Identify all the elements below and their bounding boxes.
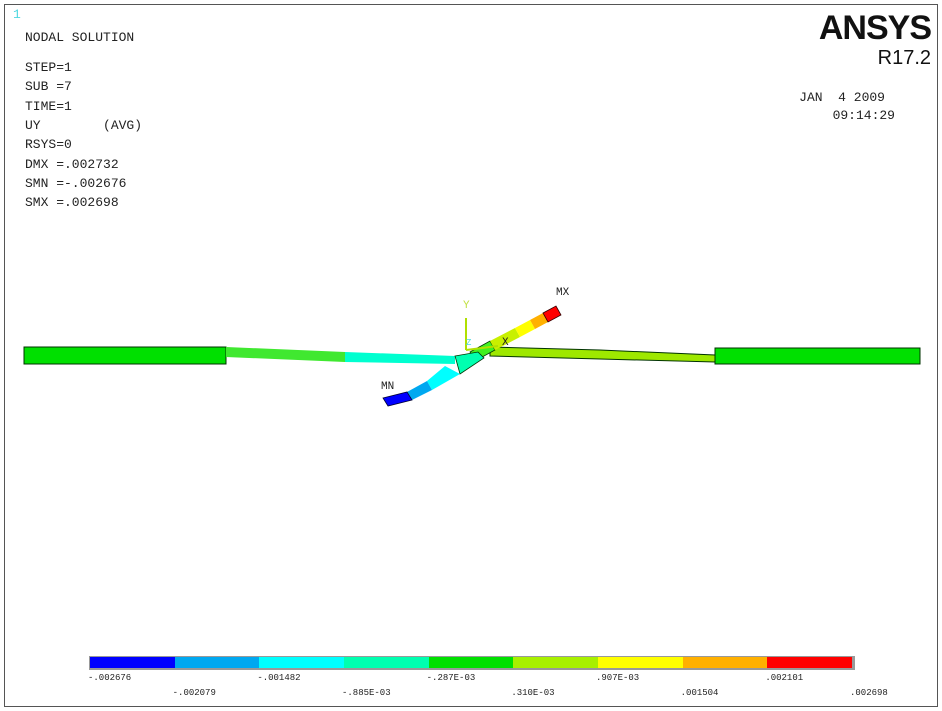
legend-label: -.885E-03 xyxy=(342,688,391,698)
beam-diag-down-1 xyxy=(454,351,485,375)
beam-diag-down-2 xyxy=(427,366,460,390)
beam-diag-down-4 xyxy=(382,391,413,407)
legend-label: .002101 xyxy=(765,673,804,683)
triad-z-label: Z xyxy=(466,338,472,348)
legend-label: -.002079 xyxy=(172,688,216,698)
triad-y-label: Y xyxy=(463,300,470,312)
legend-label: -.287E-03 xyxy=(426,673,476,683)
legend-swatch xyxy=(428,657,514,668)
legend-swatch xyxy=(513,657,598,668)
min-marker: MN xyxy=(381,381,395,393)
beam-left-taper xyxy=(226,347,345,362)
legend-label: -.001482 xyxy=(257,673,301,683)
max-marker: MX xyxy=(556,287,570,299)
legend-label: .310E-03 xyxy=(511,688,555,698)
legend-swatch xyxy=(682,657,768,668)
legend-label: .907E-03 xyxy=(596,673,640,683)
legend-swatch xyxy=(598,657,683,668)
model-plot xyxy=(23,305,921,407)
legend-swatch xyxy=(259,657,344,668)
beam-right-thin xyxy=(489,346,716,363)
beam-left-cyan xyxy=(345,352,455,364)
beam-right-thick xyxy=(714,347,921,365)
beam-left-thick xyxy=(23,346,227,365)
legend-swatch xyxy=(344,657,429,668)
legend-swatch xyxy=(767,657,852,668)
triad-x-label: X xyxy=(502,337,509,349)
legend-label: -.002676 xyxy=(88,673,132,683)
legend-swatch xyxy=(90,657,175,668)
legend-swatch xyxy=(174,657,260,668)
beam-diag-down-3 xyxy=(407,381,432,400)
legend-label: .002698 xyxy=(850,688,888,698)
legend-label: .001504 xyxy=(680,688,719,698)
